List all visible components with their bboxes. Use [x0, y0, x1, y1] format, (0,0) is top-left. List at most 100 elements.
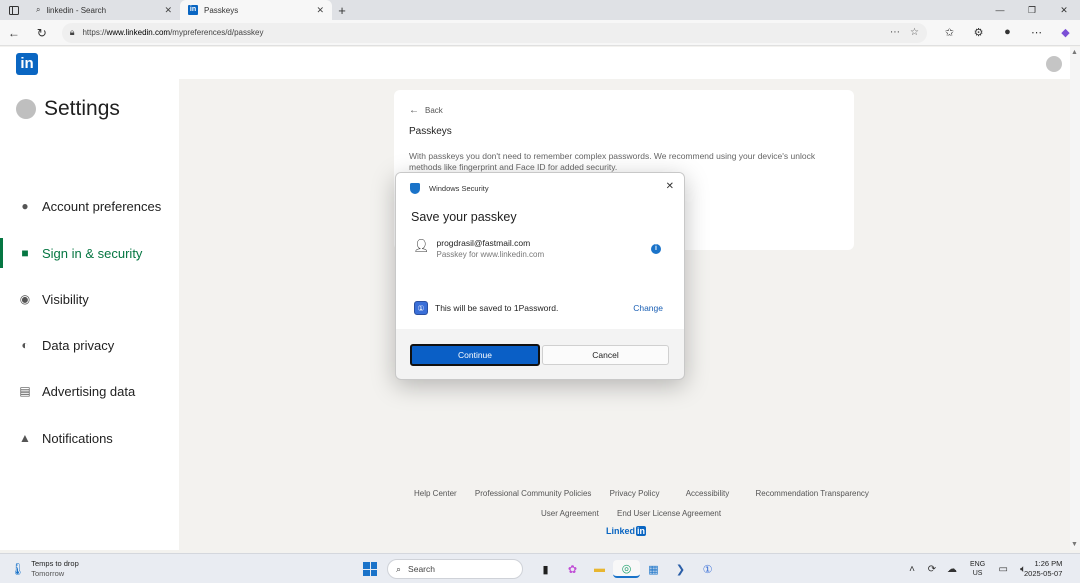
lang-line-1: ENG [970, 561, 986, 568]
tab-actions-icon[interactable] [0, 0, 28, 20]
footer-link[interactable]: Professional Community Policies [475, 489, 592, 498]
clock-time: 1:26 PM [1034, 559, 1063, 568]
back-link[interactable]: ← Back [409, 105, 443, 116]
footer-brand-text: Linked [606, 526, 636, 536]
footer-brand-in: in [636, 526, 647, 536]
footer-link[interactable]: Help Center [414, 489, 457, 498]
favorites-icon[interactable]: ✩ [935, 26, 964, 39]
thermometer-icon: 🌡︎ [10, 561, 26, 576]
restore-icon[interactable]: ❐ [1016, 0, 1048, 20]
dialog-title: Save your passkey [411, 210, 517, 224]
windows-logo-icon [363, 562, 370, 569]
sidebar-item-label: Account preferences [42, 198, 162, 214]
input-language[interactable]: ENG US [970, 560, 985, 578]
taskbar-apps: ▮ ✿ ▬ ◎ ▦ ❯ ① [532, 560, 721, 578]
back-label: Back [425, 106, 443, 115]
sidebar-item-sign-in-security[interactable]: ■ Sign in & security [0, 238, 179, 268]
settings-title: Settings [16, 97, 120, 121]
copilot-app-icon[interactable]: ✿ [559, 560, 586, 578]
person-icon: ● [21, 199, 29, 213]
page-scrollbar[interactable]: ▲ ▼ [1070, 47, 1080, 550]
footer-link[interactable]: User Agreement [541, 509, 599, 518]
sidebar-item-label: Visibility [42, 291, 89, 307]
profile-icon[interactable]: ● [993, 26, 1022, 39]
1password-icon: ① [414, 301, 428, 315]
continue-button[interactable]: Continue [410, 344, 540, 366]
tab-title: Passkeys [204, 5, 239, 15]
card-description: With passkeys you don't need to remember… [409, 151, 816, 172]
info-icon[interactable]: i [651, 244, 661, 254]
weather-widget[interactable]: 🌡︎ Temps to drop Tomorrow [10, 559, 79, 578]
settings-sidebar: Settings ● Account preferences ■ Sign in… [0, 79, 179, 550]
linkedin-icon: in [188, 5, 198, 15]
close-tab-icon[interactable]: ✕ [316, 5, 324, 16]
close-tab-icon[interactable]: ✕ [164, 5, 172, 16]
system-tray: ˄ ⟳ ☁ ENG US ▭ 🔈︎ [902, 560, 1033, 578]
lock-icon[interactable]: 🔒︎ [70, 27, 75, 38]
close-window-icon[interactable]: ✕ [1048, 0, 1080, 20]
menu-icon[interactable]: ⋯ [1022, 26, 1051, 39]
footer-link[interactable]: Recommendation Transparency [756, 489, 869, 498]
sidebar-item-data-privacy[interactable]: ◐ Data privacy [0, 330, 179, 360]
window-controls: — ❐ ✕ [984, 0, 1080, 20]
card-title: Passkeys [409, 126, 452, 137]
sidebar-item-visibility[interactable]: ◉ Visibility [0, 284, 179, 314]
back-arrow-icon[interactable]: ← [0, 26, 28, 40]
footer-link[interactable]: Privacy Policy [610, 489, 660, 498]
scroll-up-icon[interactable]: ▲ [1071, 49, 1078, 56]
eye-icon: ◉ [19, 292, 31, 306]
weather-line-2: Tomorrow [31, 569, 65, 578]
refresh-icon[interactable]: ↻ [28, 26, 56, 40]
sidebar-item-notifications[interactable]: ▲ Notifications [0, 423, 179, 453]
close-icon[interactable]: ✕ [666, 181, 674, 192]
cloud-icon[interactable]: ☁ [942, 564, 962, 575]
sidebar-item-account-preferences[interactable]: ● Account preferences [0, 191, 179, 221]
avatar [16, 99, 36, 119]
footer-link[interactable]: Accessibility [686, 489, 730, 498]
change-link[interactable]: Change [633, 303, 663, 313]
page-title: Settings [44, 97, 120, 120]
avatar[interactable] [1046, 56, 1062, 72]
linkedin-logo[interactable]: in [16, 53, 38, 75]
search-icon: ⌕ [36, 5, 41, 14]
cancel-button[interactable]: Cancel [542, 345, 669, 365]
taskbar-search[interactable]: ⌕ Search [387, 559, 523, 579]
bell-icon: ▲ [19, 431, 31, 445]
newspaper-icon: ▤ [19, 384, 31, 398]
file-explorer-icon[interactable]: ▬ [586, 560, 613, 578]
new-tab-button[interactable]: + [332, 3, 352, 18]
edge-browser-icon[interactable]: ◎ [613, 560, 640, 578]
more-icon[interactable]: ⋯ [890, 27, 900, 38]
terminal-icon[interactable]: ❯ [667, 560, 694, 578]
sync-icon[interactable]: ⟳ [922, 564, 942, 575]
tab-title: linkedin - Search [46, 5, 107, 15]
sidebar-item-label: Advertising data [42, 383, 136, 399]
address-bar[interactable]: 🔒︎ https://www.linkedin.com/mypreference… [61, 22, 927, 43]
windows-security-dialog: Windows Security ✕ Save your passkey 👤︎ … [395, 172, 685, 380]
sidebar-item-advertising-data[interactable]: ▤ Advertising data [0, 376, 179, 406]
clock[interactable]: 1:26 PM 2025-05-07 [1024, 559, 1062, 579]
monitor-icon[interactable]: ▭ [993, 564, 1013, 575]
chevron-up-icon[interactable]: ˄ [902, 564, 922, 575]
linkedin-header: in [0, 47, 1070, 79]
extensions-icon[interactable]: ⚙ [964, 26, 993, 39]
taskbar-search-placeholder: Search [408, 564, 435, 574]
1password-app-icon[interactable]: ① [694, 560, 721, 578]
favorite-star-icon[interactable]: ☆ [910, 27, 919, 38]
start-button[interactable] [363, 562, 377, 576]
footer-link[interactable]: End User License Agreement [617, 509, 721, 518]
account-subtitle: Passkey for www.linkedin.com [436, 250, 545, 259]
store-icon[interactable]: ▦ [640, 560, 667, 578]
windows-security-shield-icon [410, 183, 420, 194]
copilot-icon[interactable]: ◆ [1051, 26, 1080, 39]
scroll-down-icon[interactable]: ▼ [1071, 541, 1078, 548]
toolbar-right: ✩ ⚙ ● ⋯ ◆ [935, 26, 1080, 39]
tab-linkedin-search[interactable]: ⌕ linkedin - Search ✕ [28, 0, 180, 20]
url-host: www.linkedin.com [106, 28, 171, 37]
task-view-icon[interactable]: ▮ [532, 560, 559, 578]
search-icon: ⌕ [396, 563, 402, 574]
tab-passkeys[interactable]: in Passkeys ✕ [180, 0, 332, 20]
minimize-icon[interactable]: — [984, 0, 1016, 20]
browser-toolbar: ← ↻ 🔒︎ https://www.linkedin.com/myprefer… [0, 20, 1080, 46]
save-location-text: This will be saved to 1Password. [435, 303, 559, 313]
